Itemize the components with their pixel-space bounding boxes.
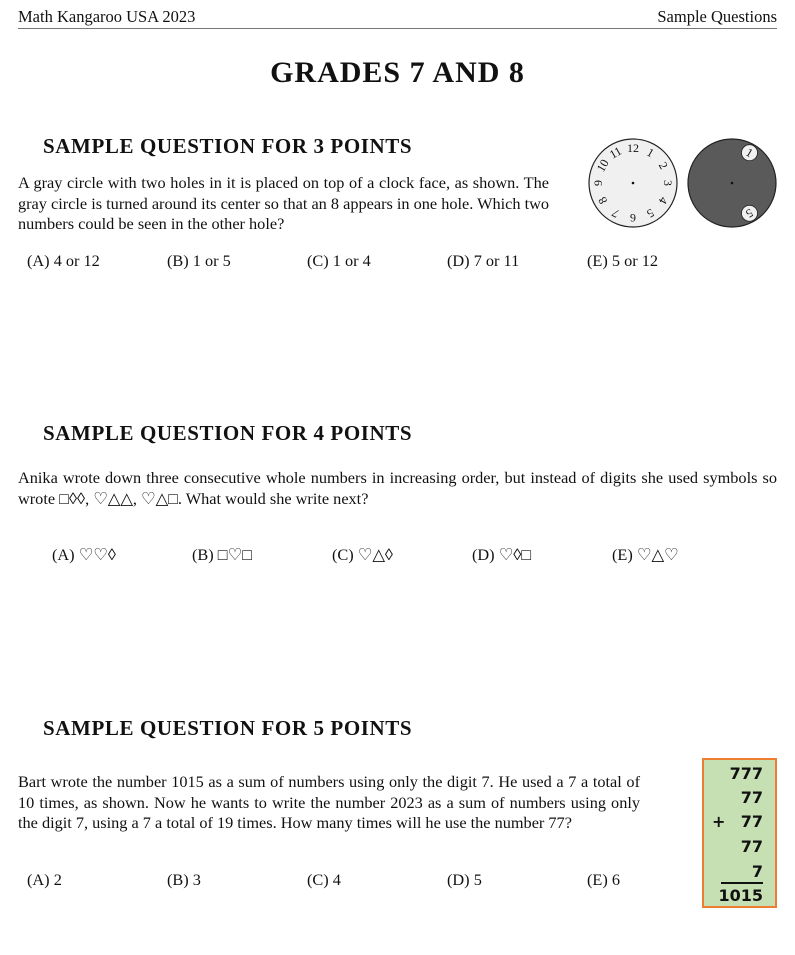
option-c[interactable]: (C) ♡△◊ xyxy=(332,545,393,565)
question-1-heading: SAMPLE QUESTION FOR 3 POINTS xyxy=(43,134,413,158)
question-1-options: (A) 4 or 12 (B) 1 or 5 (C) 1 or 4 (D) 7 … xyxy=(0,251,795,273)
option-b[interactable]: (B) 1 or 5 xyxy=(167,251,231,271)
option-c[interactable]: (C) 1 or 4 xyxy=(307,251,371,271)
option-e[interactable]: (E) ♡△♡ xyxy=(612,545,679,565)
addend: 77 xyxy=(740,837,763,856)
addend: 777 xyxy=(729,764,763,783)
option-d[interactable]: (D) 7 or 11 xyxy=(447,251,519,271)
question-3-options: (A) 2 (B) 3 (C) 4 (D) 5 (E) 6 xyxy=(0,870,795,892)
option-a[interactable]: (A) ♡♡◊ xyxy=(52,545,116,565)
option-d[interactable]: (D) 5 xyxy=(447,870,482,890)
page-title: GRADES 7 AND 8 xyxy=(270,56,525,89)
clock-number: 9 xyxy=(591,180,605,186)
gray-cover-figure: 15 xyxy=(687,138,777,228)
plus-sign: + xyxy=(712,812,726,831)
option-b[interactable]: (B) 3 xyxy=(167,870,201,890)
clock-number: 6 xyxy=(630,211,636,225)
page-header: Math Kangaroo USA 2023 Sample Questions xyxy=(18,6,777,29)
addend: 77 xyxy=(740,788,763,807)
clock-center-dot xyxy=(631,181,635,185)
option-b[interactable]: (B) □♡□ xyxy=(192,545,252,565)
question-2-text: Anika wrote down three consecutive whole… xyxy=(18,468,777,508)
option-e[interactable]: (E) 6 xyxy=(587,870,620,890)
clock-number: 3 xyxy=(661,180,675,186)
option-a[interactable]: (A) 2 xyxy=(27,870,62,890)
cover-center-dot xyxy=(730,181,734,185)
clock-face-figure: 12 1234567891011 xyxy=(588,138,678,228)
option-c[interactable]: (C) 4 xyxy=(307,870,341,890)
option-d[interactable]: (D) ♡◊□ xyxy=(472,545,531,565)
addend: 77 xyxy=(740,812,763,831)
question-2-heading: SAMPLE QUESTION FOR 4 POINTS xyxy=(43,421,413,445)
option-e[interactable]: (E) 5 or 12 xyxy=(587,251,658,271)
option-a[interactable]: (A) 4 or 12 xyxy=(27,251,100,271)
question-2-options: (A) ♡♡◊ (B) □♡□ (C) ♡△◊ (D) ♡◊□ (E) ♡△♡ xyxy=(0,545,795,567)
question-3-text: Bart wrote the number 1015 as a sum of n… xyxy=(18,772,640,832)
question-1-text: A gray circle with two holes in it is pl… xyxy=(18,173,549,233)
header-right-title: Sample Questions xyxy=(657,7,777,26)
clock-number: 12 xyxy=(627,141,639,155)
header-left-title: Math Kangaroo USA 2023 xyxy=(18,7,196,26)
question-3-heading: SAMPLE QUESTION FOR 5 POINTS xyxy=(43,716,413,740)
